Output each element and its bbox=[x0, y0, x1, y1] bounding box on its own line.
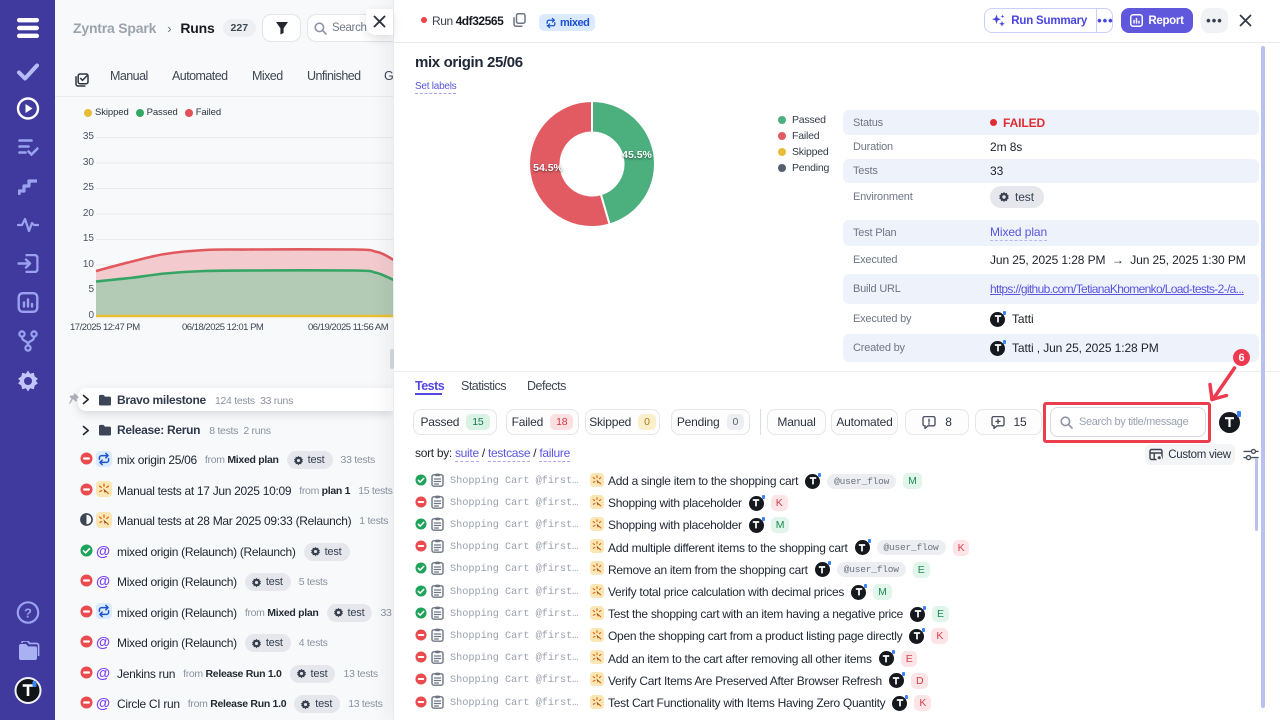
svg-text:?: ? bbox=[24, 605, 32, 620]
svg-text:54.5%: 54.5% bbox=[533, 162, 563, 174]
svg-text:45.5%: 45.5% bbox=[622, 149, 652, 161]
